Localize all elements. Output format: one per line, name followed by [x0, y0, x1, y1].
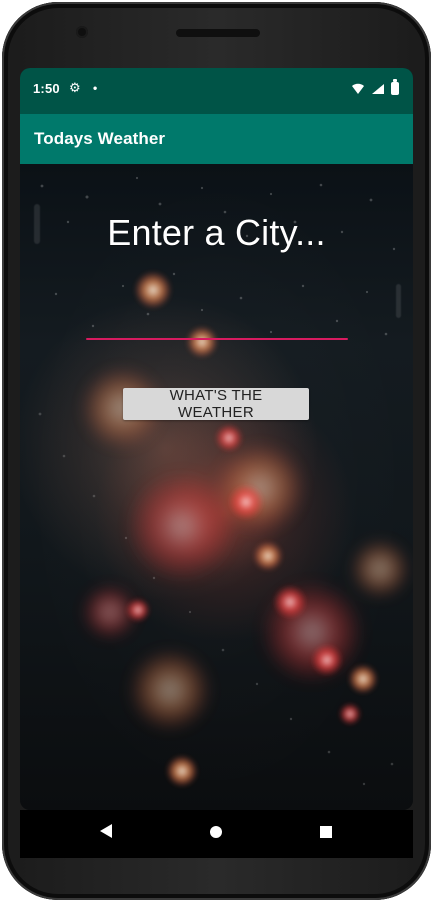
city-input-field[interactable] [86, 310, 348, 340]
weather-content-area: Enter a City... WHAT'S THE WEATHER [20, 164, 413, 810]
phone-frame: 1:50 ⚙ • Todays Weather Enter a City... … [2, 2, 431, 900]
signal-icon [372, 83, 384, 94]
notification-dot: • [93, 81, 98, 95]
status-bar: 1:50 ⚙ • [20, 68, 413, 114]
weather-button[interactable]: WHAT'S THE WEATHER [123, 387, 309, 421]
phone-speaker [176, 29, 260, 37]
screen-glint-right [396, 284, 401, 318]
device-screen: 1:50 ⚙ • Todays Weather Enter a City... … [20, 68, 413, 810]
wifi-icon [352, 83, 364, 94]
front-camera [76, 26, 88, 38]
app-title: Todays Weather [34, 129, 166, 148]
rainy-window-background [20, 164, 413, 810]
battery-icon [391, 79, 399, 95]
city-input[interactable] [86, 310, 348, 340]
city-prompt: Enter a City... [107, 212, 326, 253]
app-bar: Todays Weather [20, 114, 413, 164]
recents-icon[interactable] [320, 826, 332, 838]
back-icon[interactable] [100, 824, 112, 838]
city-input-underline [86, 338, 348, 340]
home-icon[interactable] [210, 826, 222, 838]
status-time: 1:50 [33, 81, 60, 96]
system-navigation-bar [20, 810, 413, 858]
settings-icon: ⚙ [69, 80, 81, 95]
status-icons [351, 79, 399, 95]
